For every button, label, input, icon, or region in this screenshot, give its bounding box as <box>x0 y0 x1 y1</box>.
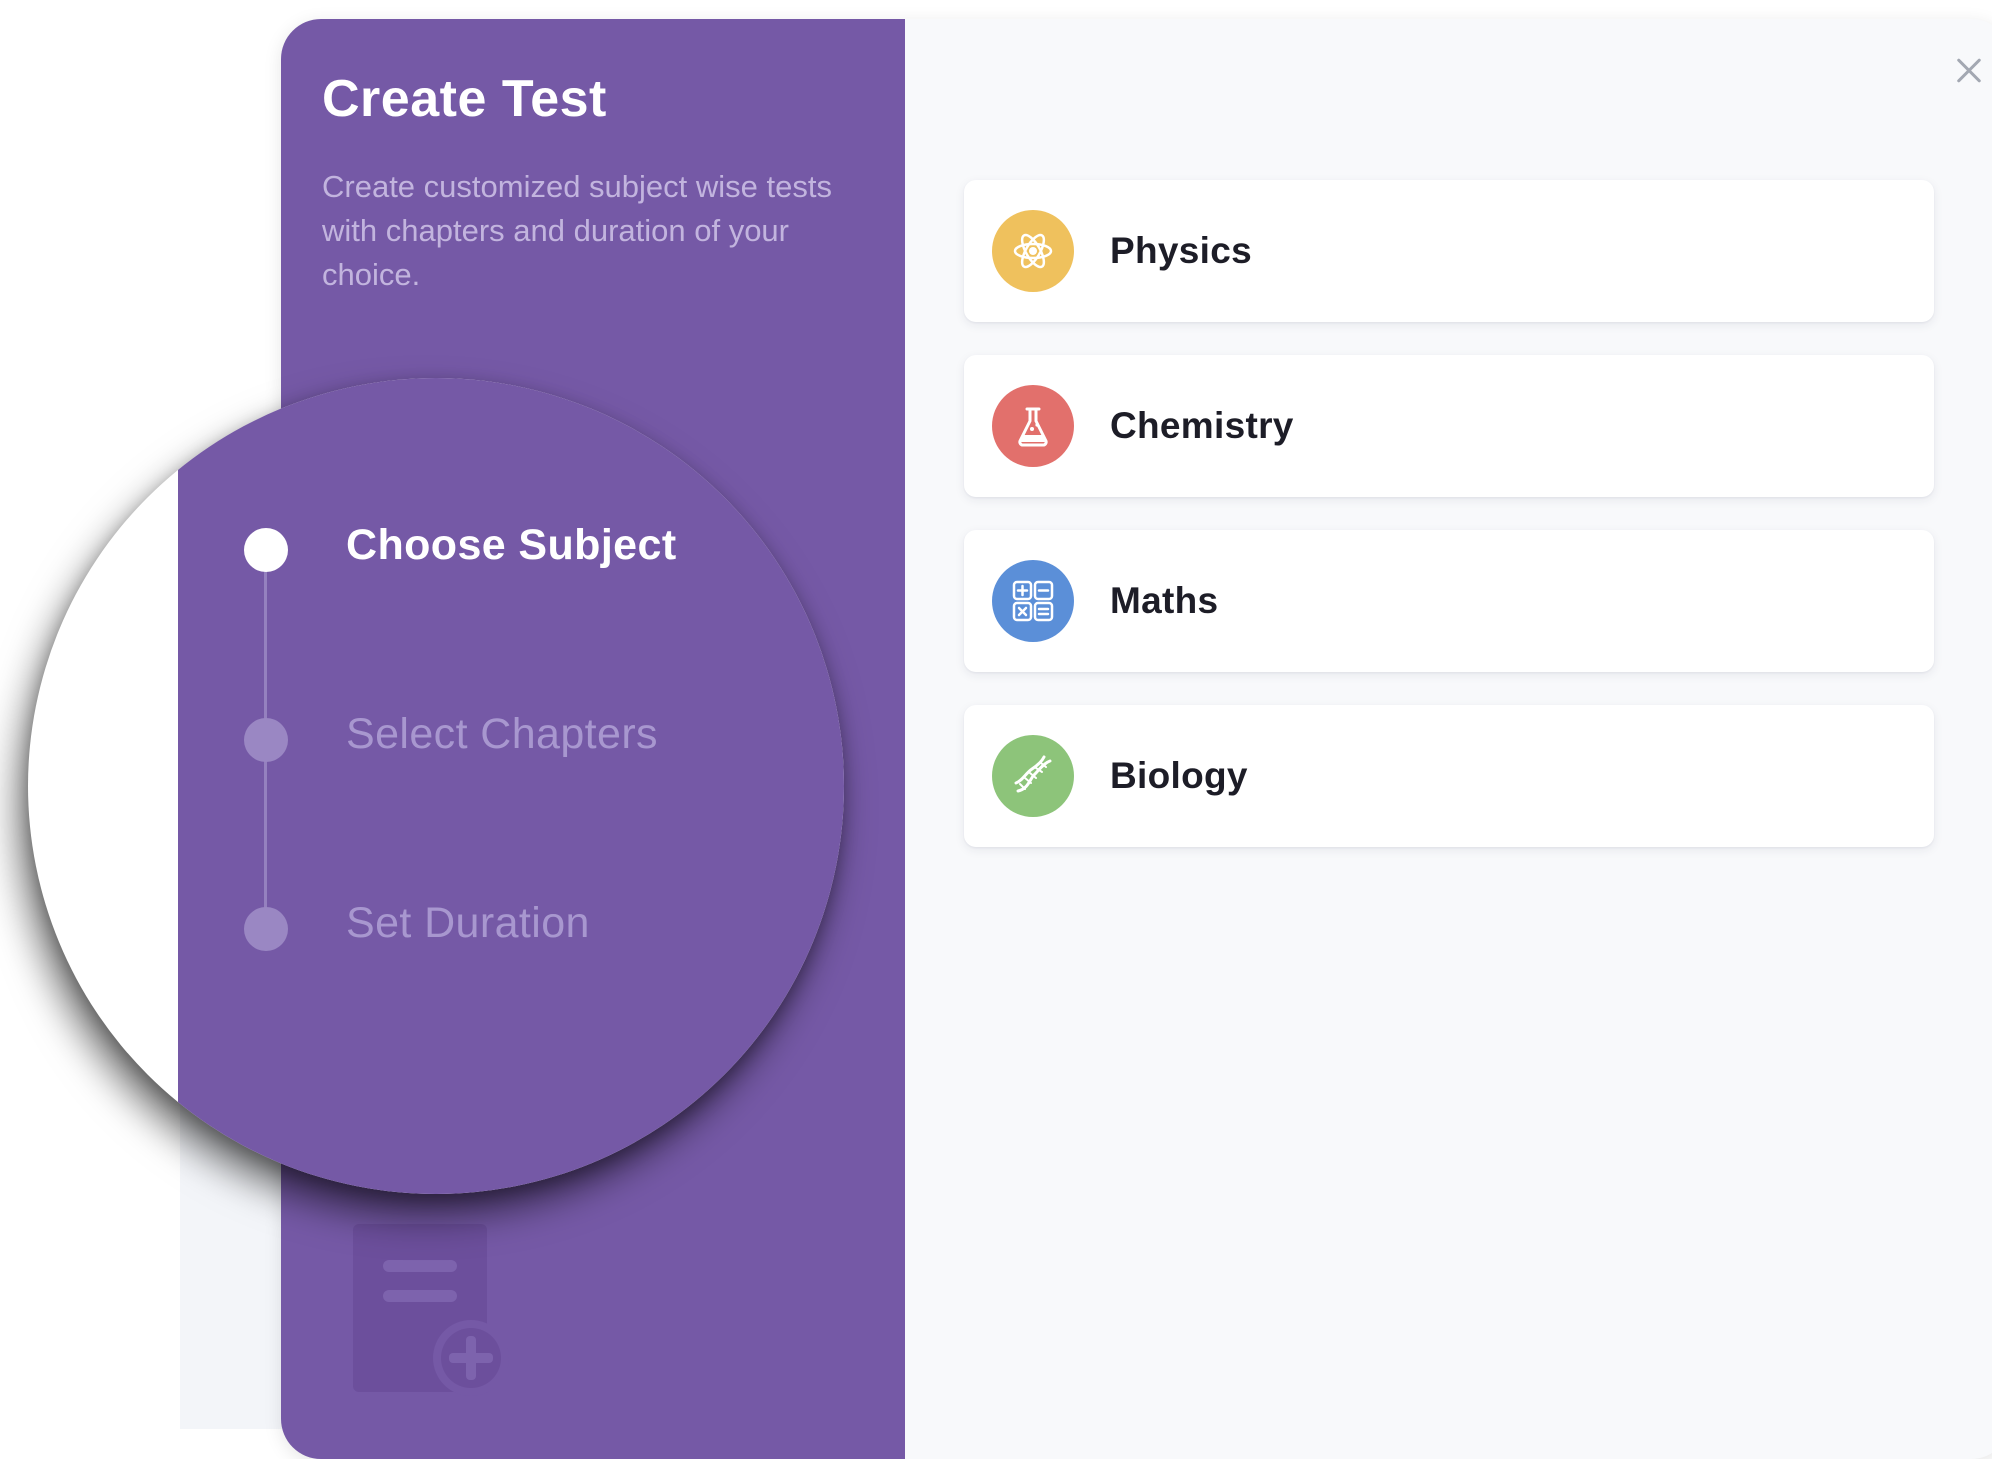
step-dot-choose-subject <box>244 528 288 572</box>
modal-title: Create Test <box>322 70 607 128</box>
subject-label: Maths <box>1110 580 1219 621</box>
step-dot-select-chapters <box>244 718 288 762</box>
subject-label: Chemistry <box>1110 405 1294 446</box>
subject-label: Physics <box>1110 230 1252 271</box>
subject-card-physics[interactable]: Physics <box>964 180 1934 322</box>
calculator-icon <box>992 560 1074 642</box>
dna-icon <box>992 735 1074 817</box>
modal-description: Create customized subject wise tests wit… <box>322 169 832 292</box>
subject-label: Biology <box>1110 755 1248 796</box>
subject-card-biology[interactable]: Biology <box>964 705 1934 847</box>
close-button[interactable] <box>1947 49 1991 93</box>
subject-card-chemistry[interactable]: Chemistry <box>964 355 1934 497</box>
step-set-duration[interactable]: Set Duration <box>346 899 590 948</box>
subject-card-maths[interactable]: Maths <box>964 530 1934 672</box>
stepper-panel <box>178 378 844 1194</box>
document-add-icon <box>353 1224 509 1396</box>
subject-list: Physics Chemistry Maths Biology <box>964 180 1934 880</box>
step-dot-set-duration <box>244 907 288 951</box>
stepper-magnifier: Choose Subject Select Chapters Set Durat… <box>28 378 844 1194</box>
step-choose-subject[interactable]: Choose Subject <box>346 521 677 570</box>
flask-icon <box>992 385 1074 467</box>
atom-icon <box>992 210 1074 292</box>
step-select-chapters[interactable]: Select Chapters <box>346 710 658 759</box>
